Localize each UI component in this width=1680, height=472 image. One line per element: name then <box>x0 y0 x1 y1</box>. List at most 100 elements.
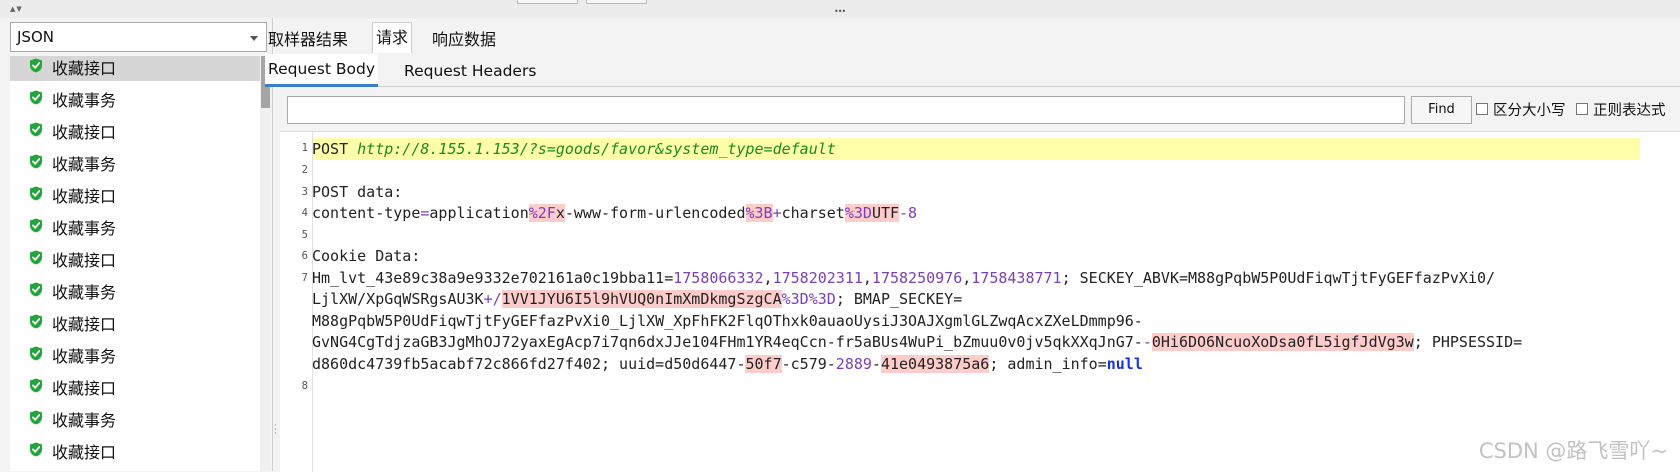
token: 50f7 <box>745 355 782 373</box>
token: 1758250976 <box>871 269 963 287</box>
tab-response-data[interactable]: 响应数据 <box>432 26 496 50</box>
collapse-arrows-icon[interactable]: ▲▼ <box>10 5 23 13</box>
list-item-label: 收藏事务 <box>52 219 117 238</box>
token: , <box>763 269 773 287</box>
token: charset <box>781 204 845 222</box>
code-line-7b: LjlXW/XpGqWSRgsAU3K+/1VV1JYU6I5l9hVUQ0nI… <box>312 288 962 310</box>
panel-resize-grip-icon[interactable]: · · · <box>274 422 277 438</box>
list-item[interactable]: 收藏接口 <box>10 370 260 401</box>
token: ; PHPSESSID= <box>1413 333 1523 351</box>
list-item-label: 收藏接口 <box>52 443 117 462</box>
list-item-label: 收藏事务 <box>52 283 117 302</box>
token: %3D <box>844 204 872 222</box>
search-input[interactable] <box>287 96 1405 124</box>
success-shield-icon <box>30 282 42 297</box>
tab-request-body[interactable]: Request Body <box>265 54 379 87</box>
token: -8 <box>899 204 918 222</box>
request-body-editor[interactable]: 1 2 3 4 5 6 7 8 POST http://8.155.1.153/… <box>280 131 1680 472</box>
code-line-4: content-type=application%2Fx-www-form-ur… <box>312 202 917 224</box>
success-shield-icon <box>30 410 42 425</box>
list-item-label: 收藏接口 <box>52 315 117 334</box>
success-shield-icon <box>30 154 42 169</box>
success-shield-icon <box>30 218 42 233</box>
chevron-down-icon[interactable] <box>250 36 258 41</box>
line-number: 7 <box>301 272 308 284</box>
list-item[interactable]: 收藏事务 <box>10 146 260 177</box>
token: 1758202311 <box>772 269 863 287</box>
renderer-select[interactable]: JSON <box>10 22 267 52</box>
success-shield-icon <box>30 346 42 361</box>
list-item-label: 收藏事务 <box>52 347 117 366</box>
list-item[interactable]: 收藏事务 <box>10 274 260 305</box>
result-tabs: 取样器结果 请求 响应数据 <box>268 18 1680 54</box>
token: null <box>1106 355 1143 373</box>
top-toolbar-button[interactable] <box>517 0 578 4</box>
token: 1VV1JYU6I5l9hVUQ0nImXmDkmgSzgCA <box>501 290 782 308</box>
splitter-grip-icon[interactable]: ••• <box>834 7 846 16</box>
token: , <box>962 269 972 287</box>
request-subtabs: Request Body Request Headers <box>265 54 1680 87</box>
success-shield-icon <box>30 250 42 265</box>
list-item[interactable]: 收藏事务 <box>10 210 260 241</box>
line-number: 1 <box>301 142 308 154</box>
token: LjlXW/XpGqWSRgsAU3K <box>312 290 484 308</box>
regex-label: 正则表达式 <box>1593 103 1666 119</box>
list-item[interactable]: 收藏接口 <box>10 178 260 209</box>
success-shield-icon <box>30 58 42 73</box>
code-line-7c: M88gPqbW5P0UdFiqwTjtFyGEFfazPvXi0_LjlXW_… <box>312 312 1143 330</box>
watermark: CSDN @路飞雪吖~ <box>1478 439 1668 463</box>
http-method: POST <box>312 140 358 158</box>
token: content-type <box>312 204 421 222</box>
code-line-6: Cookie Data: <box>312 247 421 265</box>
top-toolbar-button[interactable] <box>586 0 647 4</box>
token: %3B <box>745 204 773 222</box>
tab-sampler-result[interactable]: 取样器结果 <box>268 26 348 50</box>
list-item[interactable]: 收藏接口 <box>10 56 260 81</box>
token: %2F <box>528 204 556 222</box>
list-item[interactable]: 收藏接口 <box>10 434 260 465</box>
token: 1758066332 <box>673 269 764 287</box>
token: d860dc4739fb5acabf72c866fd27f402; uuid=d… <box>312 355 746 373</box>
list-item-label: 收藏事务 <box>52 411 117 430</box>
token: 0Hi6DO6NcuoXoDsa0fL5igfJdVg3w <box>1151 333 1414 351</box>
success-shield-icon <box>30 314 42 329</box>
success-shield-icon <box>30 378 42 393</box>
token: + <box>772 204 782 222</box>
list-scrollbar[interactable] <box>260 56 271 471</box>
list-item[interactable]: 收藏接口 <box>10 306 260 337</box>
list-item[interactable]: 收藏事务 <box>10 402 260 433</box>
code-line-7d: GvNG4CgTdjzaGB3JgMhOJ72yaxEgAcp7i7qn6dxJ… <box>312 331 1522 353</box>
token: ; SECKEY_ABVK=M88gPqbW5P0UdFiqwTjtFyGEFf… <box>1061 269 1496 287</box>
line-number: 3 <box>301 186 308 198</box>
list-item[interactable]: 收藏接口 <box>10 242 260 273</box>
token: -www-form-urlencoded <box>564 204 746 222</box>
token: application <box>429 204 529 222</box>
list-item[interactable]: 收藏事务 <box>10 338 260 369</box>
token: UTF <box>871 204 900 222</box>
token: Hm_lvt_43e89c38a9e9332e702161a0c19bba11= <box>312 269 674 287</box>
list-item-label: 收藏接口 <box>52 251 117 270</box>
regex-checkbox[interactable] <box>1576 103 1588 115</box>
token: GvNG4CgTdjzaGB3JgMhOJ72yaxEgAcp7i7qn6dxJ… <box>312 333 1143 351</box>
token: , <box>862 269 872 287</box>
list-item-label: 收藏接口 <box>52 123 117 142</box>
code-line-3: POST data: <box>312 183 403 201</box>
list-item-label: 收藏事务 <box>52 91 117 110</box>
list-item-label: 收藏接口 <box>52 59 117 78</box>
token: %3D%3D <box>781 290 836 308</box>
token: ; BMAP_SECKEY= <box>835 290 963 308</box>
token: - <box>1142 333 1152 351</box>
find-button[interactable]: Find <box>1411 96 1472 124</box>
line-number: 4 <box>301 207 308 219</box>
tab-request[interactable]: 请求 <box>372 22 413 53</box>
tab-request-headers[interactable]: Request Headers <box>404 62 536 80</box>
token: 1758438771 <box>971 269 1062 287</box>
case-sensitive-label: 区分大小写 <box>1493 103 1566 119</box>
case-sensitive-checkbox[interactable] <box>1476 103 1488 115</box>
token: +/ <box>483 290 502 308</box>
code-line-7e: d860dc4739fb5acabf72c866fd27f402; uuid=d… <box>312 353 1143 375</box>
list-item[interactable]: 收藏事务 <box>10 82 260 113</box>
code-line-1: POST http://8.155.1.153/?s=goods/favor&s… <box>312 138 836 160</box>
success-shield-icon <box>30 186 42 201</box>
list-item[interactable]: 收藏接口 <box>10 114 260 145</box>
